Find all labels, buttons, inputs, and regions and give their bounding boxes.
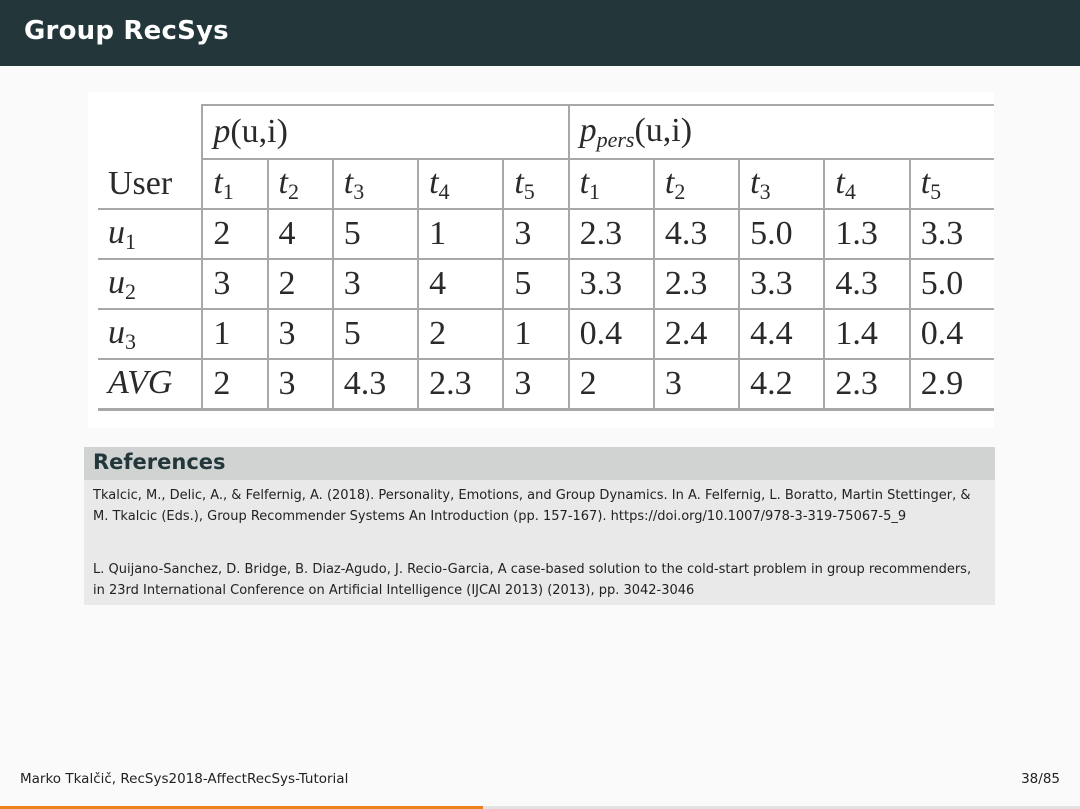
table-cell: 0.4 xyxy=(567,309,654,360)
group-header-p-base: p xyxy=(213,113,231,150)
table-row: u1 2 4 5 1 3 2.3 4.3 5.0 1.3 3.3 xyxy=(98,209,994,260)
group-header-ppers: ppers(u,i) xyxy=(567,104,994,160)
table-cell: 4.4 xyxy=(738,309,825,360)
table-cell: 4.3 xyxy=(823,259,910,310)
group-header-ppers-args: (u,i) xyxy=(634,111,693,149)
table-cell: 5 xyxy=(331,309,419,360)
column-header: t4 xyxy=(417,159,504,210)
table-row: u3 1 3 5 2 1 0.4 2.4 4.4 1.4 0.4 xyxy=(98,309,994,360)
table-cell: 3.3 xyxy=(908,209,994,260)
table-corner-cell xyxy=(98,105,202,159)
column-header: t5 xyxy=(502,159,569,210)
table-cell: 3.3 xyxy=(567,259,654,310)
table-cell: 5 xyxy=(502,259,569,310)
group-header-ppers-base: p xyxy=(579,111,597,149)
table-cell: 1 xyxy=(502,309,569,360)
column-header: t3 xyxy=(331,159,419,210)
table-cell: 5 xyxy=(331,209,419,260)
table-cell: 4.2 xyxy=(738,359,825,411)
table-row: u2 3 2 3 4 5 3.3 2.3 3.3 4.3 5.0 xyxy=(98,259,994,310)
table-cell: 3 xyxy=(201,259,268,310)
table-column-header-row: User t1 t2 t3 t4 t5 t1 t2 t3 t4 t5 xyxy=(98,159,994,210)
footer-author-talk: Marko Tkalčič, RecSys2018-AffectRecSys-T… xyxy=(20,771,349,787)
table-cell: 4.3 xyxy=(652,209,740,260)
references-block: References Tkalcic, M., Delic, A., & Fel… xyxy=(84,447,995,605)
table-cell: 0.4 xyxy=(908,309,994,360)
group-header-p: p(u,i) xyxy=(201,104,569,160)
table-row-avg: AVG 2 3 4.3 2.3 3 2 3 4.2 2.3 2.9 xyxy=(98,359,994,411)
table-cell: 1 xyxy=(417,209,504,260)
references-title: References xyxy=(93,450,226,474)
table-cell: 1.3 xyxy=(823,209,910,260)
table-group-header-row: p(u,i) ppers(u,i) xyxy=(98,104,994,160)
footer-page-number: 38/85 xyxy=(1021,771,1060,787)
row-label: u2 xyxy=(98,259,203,310)
table-cell: 1 xyxy=(201,309,268,360)
table-cell: 4.3 xyxy=(331,359,419,411)
table-cell: 3 xyxy=(502,359,569,411)
table-cell: 2 xyxy=(266,259,333,310)
table-cell: 1.4 xyxy=(823,309,910,360)
ratings-table-image: p(u,i) ppers(u,i) User t1 t2 t3 t4 t5 t1… xyxy=(88,92,994,428)
row-label: u3 xyxy=(98,309,203,360)
table-cell: 2.3 xyxy=(823,359,910,411)
row-label: AVG xyxy=(98,359,203,411)
column-header: t5 xyxy=(908,159,994,210)
group-header-ppers-sub: pers xyxy=(596,126,635,152)
references-header: References xyxy=(84,447,995,480)
column-header: t1 xyxy=(567,159,654,210)
column-header: t3 xyxy=(738,159,825,210)
table-cell: 3 xyxy=(502,209,569,260)
table-cell: 2.3 xyxy=(567,209,654,260)
group-header-p-args: (u,i) xyxy=(230,113,288,150)
user-column-header: User xyxy=(98,159,203,210)
column-header: t2 xyxy=(266,159,333,210)
row-label: u1 xyxy=(98,209,203,260)
table-cell: 2.4 xyxy=(652,309,740,360)
ratings-table: p(u,i) ppers(u,i) User t1 t2 t3 t4 t5 t1… xyxy=(98,104,994,411)
table-cell: 3 xyxy=(331,259,419,310)
table-cell: 2.3 xyxy=(652,259,740,310)
table-cell: 4 xyxy=(266,209,333,260)
column-header: t4 xyxy=(823,159,910,210)
table-cell: 3 xyxy=(652,359,740,411)
table-cell: 5.0 xyxy=(738,209,825,260)
slide-title: Group RecSys xyxy=(24,16,229,46)
table-cell: 2 xyxy=(201,209,268,260)
table-cell: 3 xyxy=(266,359,333,411)
table-cell: 2.9 xyxy=(908,359,994,411)
reference-item: L. Quijano-Sanchez, D. Bridge, B. Diaz-A… xyxy=(93,562,972,598)
table-cell: 2 xyxy=(201,359,268,411)
column-header: t1 xyxy=(201,159,268,210)
table-cell: 2 xyxy=(417,309,504,360)
column-header: t2 xyxy=(652,159,740,210)
reference-item: Tkalcic, M., Delic, A., & Felfernig, A. … xyxy=(93,488,971,524)
table-cell: 2 xyxy=(567,359,654,411)
table-cell: 4 xyxy=(417,259,504,310)
table-cell: 5.0 xyxy=(908,259,994,310)
slide-title-bar: Group RecSys xyxy=(0,0,1080,66)
table-cell: 2.3 xyxy=(417,359,504,411)
table-cell: 3.3 xyxy=(738,259,825,310)
table-cell: 3 xyxy=(266,309,333,360)
